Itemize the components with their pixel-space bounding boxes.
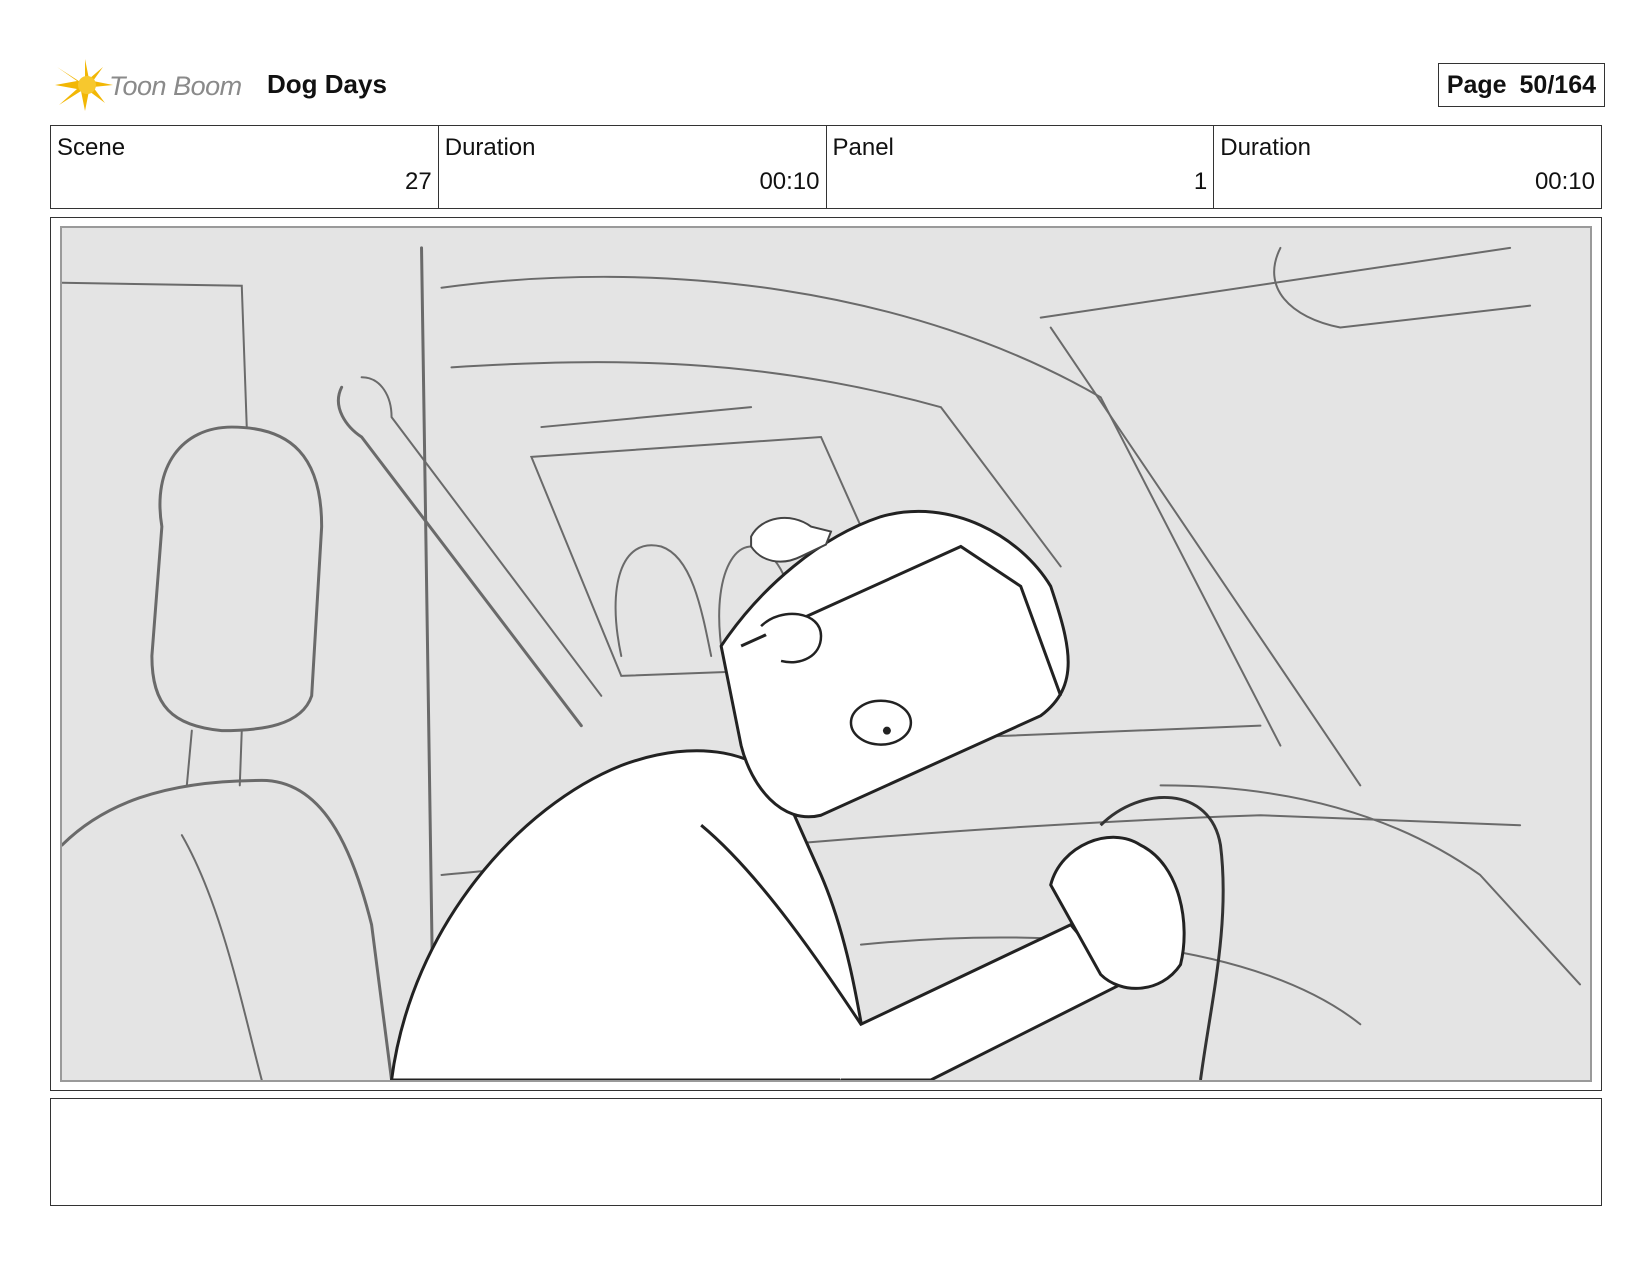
scene-info-bar: Scene 27 Duration 00:10 Panel 1 Duration… (50, 125, 1602, 209)
panel-duration-label: Duration (1220, 134, 1311, 161)
page-indicator: Page 50/164 (1437, 63, 1605, 107)
scene-cell: Scene 27 (51, 126, 439, 208)
page-label: Page (1446, 71, 1507, 99)
scene-duration-cell: Duration 00:10 (439, 126, 827, 208)
logo-wordmark: Toon Boom (109, 71, 242, 101)
page-header: Toon Boom Dog Days Page 50/164 (55, 55, 1605, 115)
scene-label: Scene (57, 134, 126, 161)
starburst-icon (55, 59, 113, 111)
panel-duration-value: 00:10 (1534, 168, 1595, 195)
storyboard-panel (50, 217, 1602, 1091)
panel-value: 1 (1193, 168, 1208, 195)
car-interior-sketch (62, 246, 1582, 1080)
panel-notes-box (50, 1098, 1602, 1206)
scene-duration-label: Duration (444, 134, 536, 161)
page-number: 50/164 (1519, 71, 1596, 99)
scene-duration-value: 00:10 (759, 168, 820, 195)
toon-boom-logo: Toon Boom (55, 59, 255, 111)
panel-cell: Panel 1 (827, 126, 1215, 208)
panel-duration-cell: Duration 00:10 (1214, 126, 1601, 208)
project-title: Dog Days (267, 69, 387, 99)
scene-value: 27 (405, 168, 432, 195)
panel-image (60, 226, 1592, 1082)
panel-label: Panel (832, 134, 894, 161)
